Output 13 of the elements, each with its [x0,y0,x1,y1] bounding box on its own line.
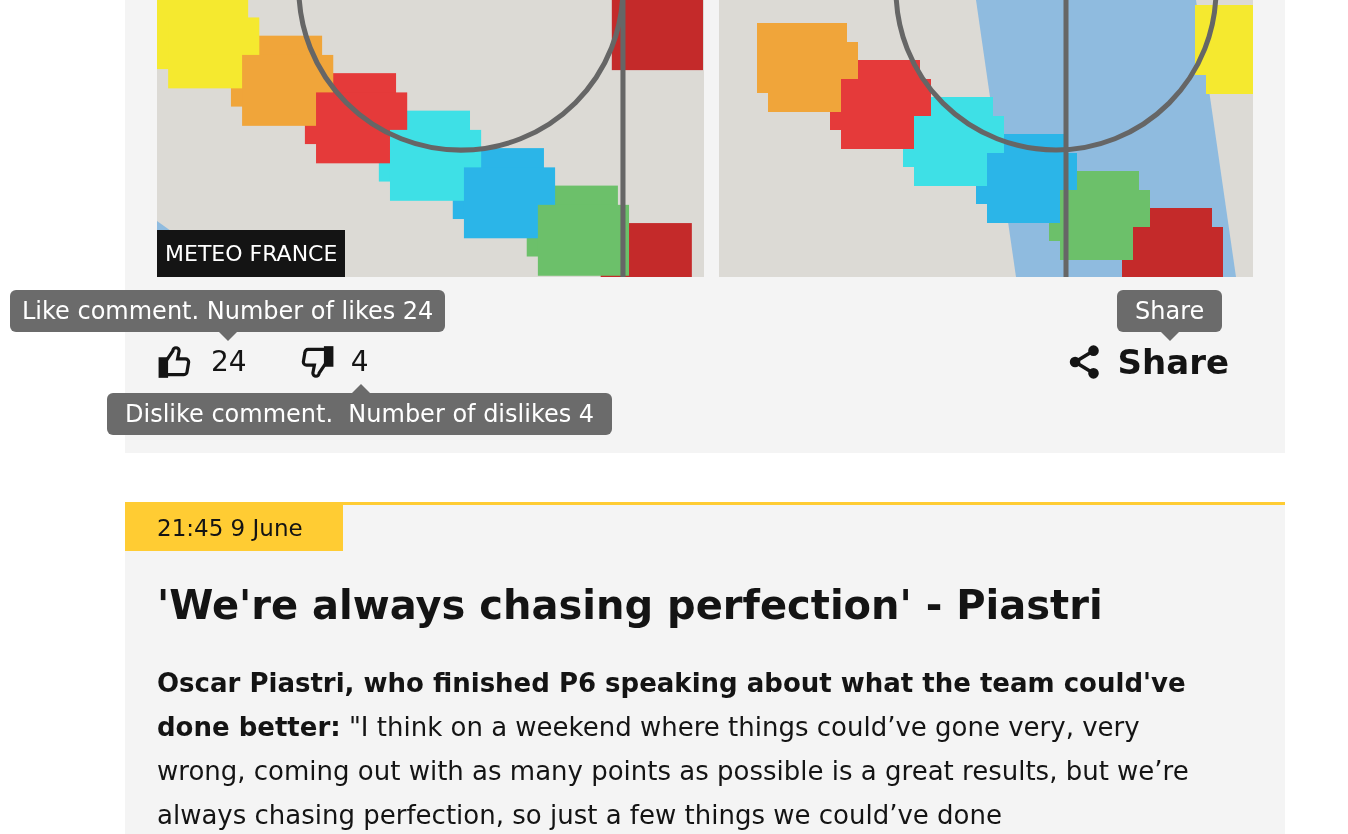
like-button[interactable]: 24 [157,341,247,383]
headline: 'We're always chasing perfection' - Piastri [156,581,1104,630]
like-tooltip: Like comment. Number of likes 24 [10,290,446,332]
share-tooltip: Share [1117,290,1223,332]
dislike-tooltip: Dislike comment. Number of dislikes 4 [107,393,613,435]
image-credit: METEO FRANCE [157,230,346,277]
tooltip-pointer [1160,332,1179,341]
dislike-button[interactable]: 4 [296,341,369,383]
body-text: Oscar Piastri, who finished P6 speaking about what the team could've done better: "I think on a weekend where things could’ve gone very, very wrong, coming out with as many points as possible is a great results, but we’re always chasing perfection, so just a few things we could’ve done [156,667,1190,832]
timestamp: 21:45 9 June [125,505,343,551]
share-icon [1067,344,1102,380]
tooltip-pointer [218,332,237,341]
share-button[interactable]: Share [1067,336,1229,388]
